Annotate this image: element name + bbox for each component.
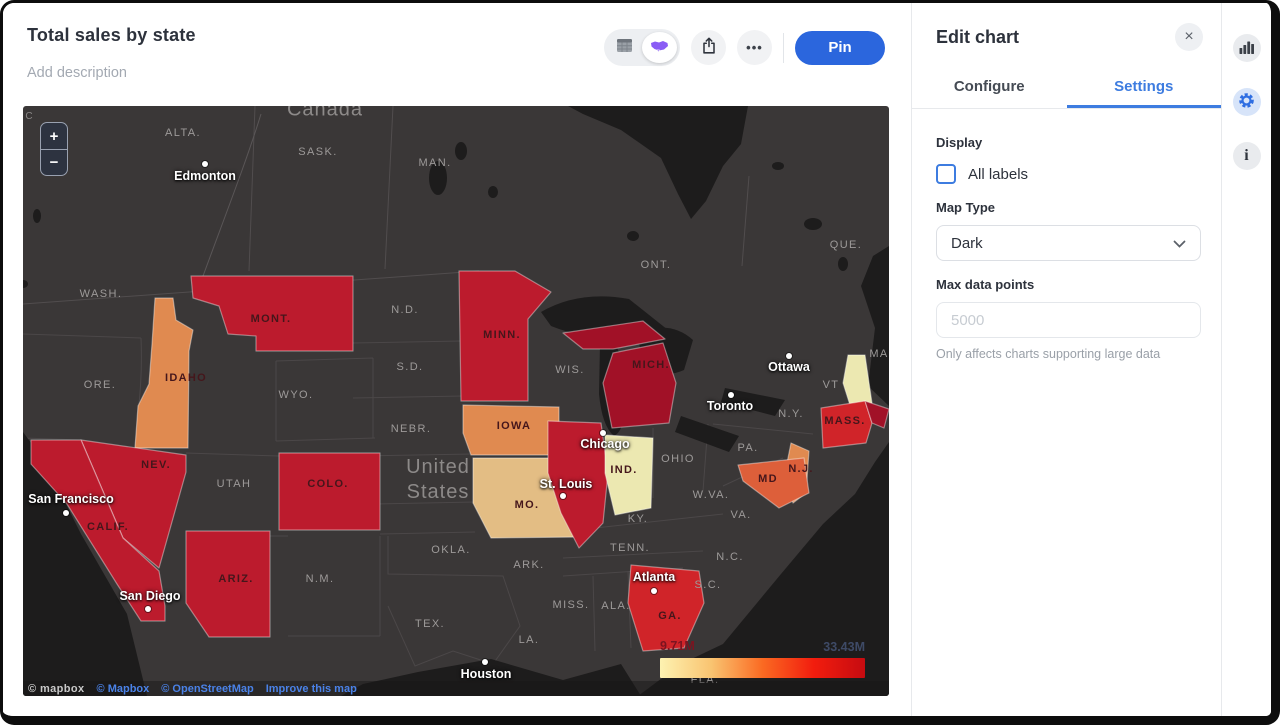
bar-chart-icon bbox=[1239, 40, 1255, 57]
ellipsis-icon: ••• bbox=[746, 41, 763, 54]
max-points-label: Max data points bbox=[936, 277, 1201, 292]
attribution-link[interactable]: Improve this map bbox=[266, 683, 357, 695]
tab-settings[interactable]: Settings bbox=[1067, 67, 1222, 108]
city-marker bbox=[651, 588, 657, 594]
close-button[interactable]: × bbox=[1175, 23, 1203, 51]
table-icon bbox=[616, 38, 633, 58]
all-labels-row: All labels bbox=[936, 164, 1201, 184]
city-marker bbox=[145, 606, 151, 612]
zoom-in-button[interactable]: + bbox=[41, 123, 67, 149]
city-label: San Diego bbox=[119, 589, 180, 605]
map-attribution-links: © Mapbox © OpenStreetMap Improve this map bbox=[97, 683, 357, 695]
city-label: San Francisco bbox=[28, 492, 113, 508]
description-placeholder[interactable]: Add description bbox=[27, 65, 127, 81]
gear-icon bbox=[1237, 91, 1256, 113]
map-attribution: © mapbox © Mapbox © OpenStreetMap Improve … bbox=[23, 681, 889, 696]
map-type-value: Dark bbox=[951, 235, 983, 252]
toolbar-divider bbox=[783, 33, 784, 63]
legend-min-value: 9.71M bbox=[660, 639, 695, 653]
city-label: Chicago bbox=[580, 437, 629, 453]
mapbox-logo[interactable]: © mapbox bbox=[28, 683, 85, 695]
city-marker bbox=[202, 161, 208, 167]
all-labels-label: All labels bbox=[968, 166, 1028, 183]
view-toggle bbox=[604, 29, 680, 66]
right-rail: i bbox=[1221, 3, 1271, 716]
share-button[interactable] bbox=[691, 30, 726, 65]
map-canvas[interactable]: CanadaUnited StatesCALTA.SASK.MAN.QUE.ON… bbox=[23, 106, 889, 696]
all-labels-checkbox[interactable] bbox=[936, 164, 956, 184]
share-icon bbox=[699, 36, 719, 59]
city-marker bbox=[600, 430, 606, 436]
zoom-out-button[interactable]: − bbox=[41, 149, 67, 175]
panel-title: Edit chart bbox=[936, 27, 1019, 48]
visualization-button[interactable] bbox=[1233, 34, 1261, 62]
display-section-label: Display bbox=[936, 135, 1201, 150]
city-marker bbox=[560, 493, 566, 499]
pin-button[interactable]: Pin bbox=[795, 31, 885, 65]
map-zoom-control: + − bbox=[40, 122, 68, 176]
map-type-select[interactable]: Dark bbox=[936, 225, 1201, 261]
panel-body: Display All labels Map Type Dark Max dat… bbox=[912, 109, 1221, 361]
city-label: Atlanta bbox=[633, 570, 675, 586]
city-label: Edmonton bbox=[174, 169, 236, 185]
city-label: Ottawa bbox=[768, 360, 810, 376]
edit-chart-panel: Edit chart × Configure Settings Display … bbox=[911, 3, 1221, 716]
settings-button[interactable] bbox=[1233, 88, 1261, 116]
city-marker bbox=[63, 510, 69, 516]
map-view-button[interactable] bbox=[642, 32, 677, 63]
panel-header: Edit chart × bbox=[912, 3, 1221, 51]
city-label: Toronto bbox=[707, 399, 753, 415]
map-type-label: Map Type bbox=[936, 200, 1201, 215]
map-icon bbox=[650, 39, 669, 57]
city-marker bbox=[728, 392, 734, 398]
chevron-down-icon bbox=[1173, 235, 1186, 252]
attribution-link[interactable]: © Mapbox bbox=[97, 683, 150, 695]
panel-tabs: Configure Settings bbox=[912, 67, 1221, 109]
page-title: Total sales by state bbox=[27, 25, 196, 46]
city-label: St. Louis bbox=[540, 477, 593, 493]
close-icon: × bbox=[1184, 29, 1193, 45]
more-options-button[interactable]: ••• bbox=[737, 30, 772, 65]
table-view-button[interactable] bbox=[607, 32, 642, 63]
tab-configure[interactable]: Configure bbox=[912, 67, 1067, 108]
attribution-link[interactable]: © OpenStreetMap bbox=[161, 683, 253, 695]
city-marker bbox=[482, 659, 488, 665]
main-area: Total sales by state Add description bbox=[3, 3, 911, 716]
info-icon: i bbox=[1244, 148, 1248, 164]
max-points-input[interactable] bbox=[936, 302, 1201, 338]
toolbar: ••• Pin bbox=[604, 29, 885, 66]
legend-gradient-bar bbox=[660, 658, 865, 678]
max-points-helper: Only affects charts supporting large dat… bbox=[936, 347, 1201, 361]
legend-max-value: 33.43M bbox=[823, 640, 865, 654]
city-marker bbox=[786, 353, 792, 359]
info-button[interactable]: i bbox=[1233, 142, 1261, 170]
app-window: Total sales by state Add description bbox=[0, 0, 1280, 725]
map-cities: Edmonton Ottawa Toronto Chicago St. Louis San… bbox=[23, 106, 889, 696]
